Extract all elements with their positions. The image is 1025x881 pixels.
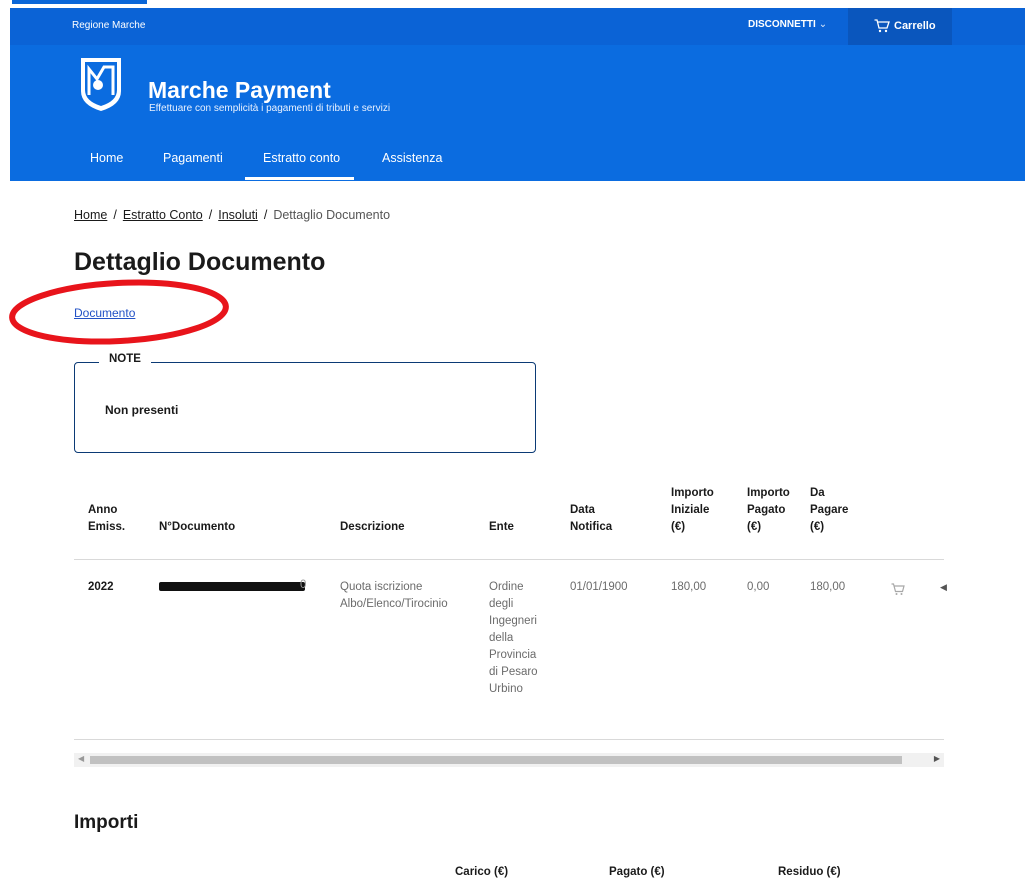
breadcrumb-separator: / [263,208,268,222]
header-da-pagare: Da Pagare (€) [810,487,849,533]
cart-label: Carrello [894,20,936,32]
annotation-circle [9,279,229,345]
header-numero-documento: N°Documento [159,521,236,533]
scroll-left-icon[interactable]: ◀ [78,754,84,763]
note-legend: NOTE [99,353,151,365]
redacted-document-number [159,582,305,591]
breadcrumb-separator: / [113,208,117,222]
cell-document-number-tail: 0 [300,579,307,591]
region-label[interactable]: Regione Marche [72,20,145,31]
importi-header-carico: Carico (€) [455,866,509,878]
header-ente: Ente [489,521,514,533]
breadcrumb-current: Dettaglio Documento [273,208,391,222]
table-header-divider [74,559,944,560]
shopping-cart-icon [874,19,890,33]
cart-button[interactable]: Carrello [848,8,952,45]
site-title[interactable]: Marche Payment [148,77,331,104]
top-edge-highlight [12,0,147,4]
header-anno-emiss: Anno Emiss. [88,504,126,533]
note-box: NOTE Non presenti [74,353,536,453]
site-header: Marche Payment Effettuare con semplicità… [10,45,1025,181]
top-bar: Regione Marche DISCONNETTI ⌄ Carrello [10,8,1025,45]
scrollbar-thumb[interactable] [90,756,902,764]
caret-left-icon[interactable]: ◀ [940,583,947,593]
cell-year: 2022 [88,581,114,593]
cell-description: Quota iscrizione Albo/Elenco/Tirocinio [340,581,448,610]
chevron-down-icon: ⌄ [818,19,828,30]
scroll-right-icon[interactable]: ▶ [934,754,940,763]
breadcrumb-estratto-conto[interactable]: Estratto Conto [123,208,203,222]
page-title: Dettaglio Documento [74,248,326,276]
note-value: Non presenti [105,403,179,417]
importi-header-pagato: Pagato (€) [609,866,665,878]
header-descrizione: Descrizione [340,521,405,533]
top-edge [0,0,1025,8]
nav-item-assistenza[interactable]: Assistenza [382,151,442,165]
cell-importo-pagato: 0,00 [747,581,770,593]
importi-title: Importi [74,812,139,833]
header-importo-pagato: Importo Pagato (€) [747,487,790,533]
cell-data-notifica: 01/01/1900 [570,581,628,593]
add-to-cart-icon[interactable] [891,583,905,596]
nav-item-pagamenti[interactable]: Pagamenti [163,151,223,165]
regione-marche-logo-icon[interactable] [78,55,124,113]
header-importo-iniziale: Importo Iniziale (€) [671,487,714,533]
table-horizontal-scrollbar[interactable]: ◀ ▶ [74,753,944,767]
cell-entity: Ordine degli Ingegneri della Provincia di Pes… [489,581,538,695]
importi-header-residuo: Residuo (€) [778,866,841,878]
site-subtitle: Effettuare con semplicità i pagamenti di… [149,103,391,114]
nav-item-home[interactable]: Home [90,151,123,165]
breadcrumb-home[interactable]: Home [74,208,107,222]
header-data-notifica: Data Notifica [570,504,613,533]
nav-item-estratto-conto[interactable]: Estratto conto [244,151,355,180]
table-row-divider [74,739,944,740]
breadcrumb: Home / Estratto Conto / Insoluti / Dettaglio D… [74,208,390,222]
breadcrumb-insoluti[interactable]: Insoluti [218,208,258,222]
breadcrumb-separator: / [208,208,213,222]
cell-da-pagare: 180,00 [810,581,846,593]
logout-button[interactable]: DISCONNETTI ⌄ [748,19,827,30]
cell-importo-iniziale: 180,00 [671,581,707,593]
logout-label: DISCONNETTI [748,19,816,30]
